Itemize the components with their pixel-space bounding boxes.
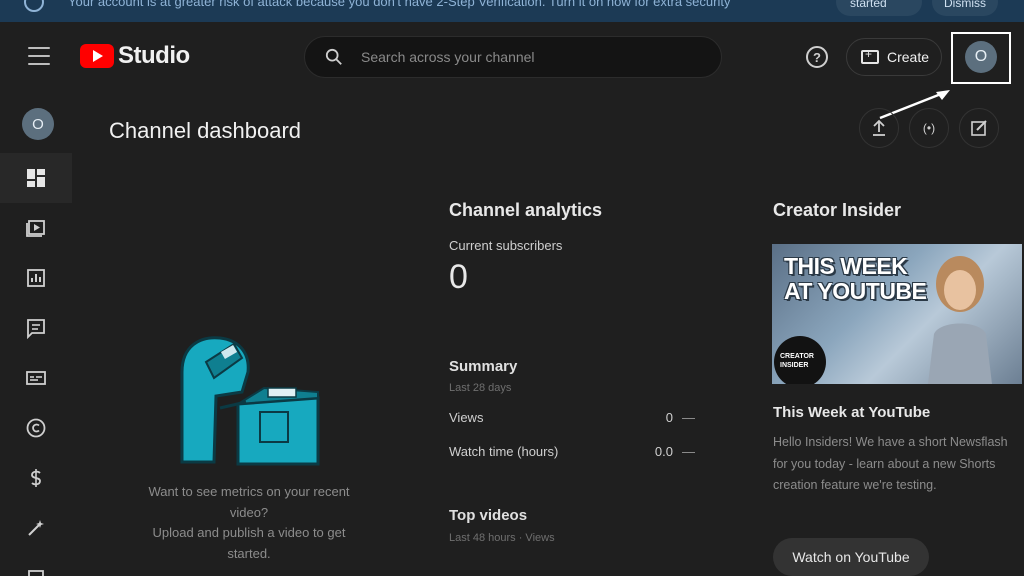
hamburger-menu-icon[interactable] <box>28 47 50 65</box>
presenter-image-icon <box>928 256 992 384</box>
help-icon[interactable]: ? <box>806 46 828 68</box>
video-thumbnail[interactable]: THIS WEEK AT YOUTUBE CREATOR INSIDER <box>772 244 1022 384</box>
upload-illustration-icon <box>180 336 320 466</box>
badge-line-1: CREATOR <box>780 353 814 360</box>
security-banner: Your account is at greater risk of attac… <box>0 0 1024 22</box>
youtube-play-icon <box>80 44 114 68</box>
earn-icon <box>31 469 41 487</box>
video-description: Hello Insiders! We have a short Newsflas… <box>773 435 1008 492</box>
channel-analytics-title: Channel analytics <box>449 200 603 220</box>
customization-icon <box>28 520 44 536</box>
avatar-highlight-box <box>951 32 1011 84</box>
subtitles-icon <box>26 371 46 385</box>
empty-state-line-2: Upload and publish a video to get starte… <box>152 525 346 561</box>
go-live-icon: (•) <box>922 121 936 135</box>
studio-logo[interactable]: Studio <box>80 42 190 70</box>
subscribers-label: Current subscribers <box>449 238 563 253</box>
search-bar[interactable] <box>304 36 722 78</box>
top-videos-period: Last 48 hours · Views <box>449 532 555 544</box>
metric-row-watch-time: Watch time (hours) 0.0 — <box>449 444 695 464</box>
audio-library-icon <box>28 570 44 576</box>
sidebar-item-subtitles[interactable] <box>0 353 72 403</box>
metric-label: Views <box>449 410 484 425</box>
left-sidebar: O <box>0 92 72 576</box>
video-title[interactable]: This Week at YouTube <box>773 404 930 421</box>
content-icon <box>26 220 45 237</box>
upload-icon <box>873 119 885 136</box>
metric-value: 0.0 <box>654 444 673 459</box>
sidebar-item-audio-library[interactable] <box>0 553 72 576</box>
creator-insider-title: Creator Insider <box>773 200 902 220</box>
banner-text: Your account is at greater risk of attac… <box>68 0 731 9</box>
page-title: Channel dashboard <box>109 118 302 143</box>
sidebar-item-analytics[interactable] <box>0 253 72 303</box>
metric-row-views: Views 0 — <box>449 410 695 430</box>
thumbnail-text: THIS WEEK AT YOUTUBE <box>784 253 927 304</box>
subscribers-count: 0 <box>449 258 468 296</box>
empty-state-line-1: Want to see metrics on your recent video… <box>148 484 350 520</box>
sidebar-item-content[interactable] <box>0 203 72 253</box>
create-video-icon <box>861 47 879 64</box>
sidebar-item-earn[interactable] <box>0 453 72 503</box>
create-post-icon <box>971 120 987 136</box>
dashboard-icon <box>27 169 45 187</box>
watch-on-youtube-button[interactable]: Watch on YouTube <box>773 538 929 576</box>
upload-button[interactable] <box>859 108 899 148</box>
sidebar-item-comments[interactable] <box>0 303 72 353</box>
sidebar-item-copyright[interactable] <box>0 403 72 453</box>
top-videos-title: Top videos <box>449 507 528 524</box>
top-header: Studio ? Create O <box>0 22 1024 120</box>
metric-label: Watch time (hours) <box>449 444 559 459</box>
empty-state-text: Want to see metrics on your recent video… <box>134 482 364 564</box>
analytics-icon <box>27 269 45 287</box>
metric-trend: — <box>682 444 695 459</box>
search-icon[interactable] <box>325 48 343 66</box>
sidebar-item-dashboard[interactable] <box>0 153 72 203</box>
create-post-button[interactable] <box>959 108 999 148</box>
info-icon <box>24 0 44 12</box>
create-button[interactable]: Create <box>846 38 942 76</box>
create-label: Create <box>887 49 930 65</box>
summary-period: Last 28 days <box>449 382 512 394</box>
search-input[interactable] <box>361 45 701 69</box>
creator-insider-badge: CREATOR INSIDER <box>774 336 826 384</box>
dismiss-button[interactable]: Dismiss <box>932 0 998 16</box>
go-live-button[interactable]: (•) <box>909 108 949 148</box>
logo-text: Studio <box>118 42 190 69</box>
get-started-button[interactable]: Get started <box>836 0 922 16</box>
metric-value: 0 <box>665 410 673 425</box>
copyright-icon <box>26 418 46 438</box>
channel-avatar[interactable]: O <box>22 108 54 140</box>
thumbnail-line-1: THIS WEEK <box>784 253 908 279</box>
badge-line-2: INSIDER <box>780 362 809 369</box>
comments-icon <box>27 319 45 339</box>
thumbnail-line-2: AT YOUTUBE <box>784 278 927 304</box>
sidebar-item-customization[interactable] <box>0 503 72 553</box>
summary-title: Summary <box>449 358 518 375</box>
metric-trend: — <box>682 410 695 425</box>
